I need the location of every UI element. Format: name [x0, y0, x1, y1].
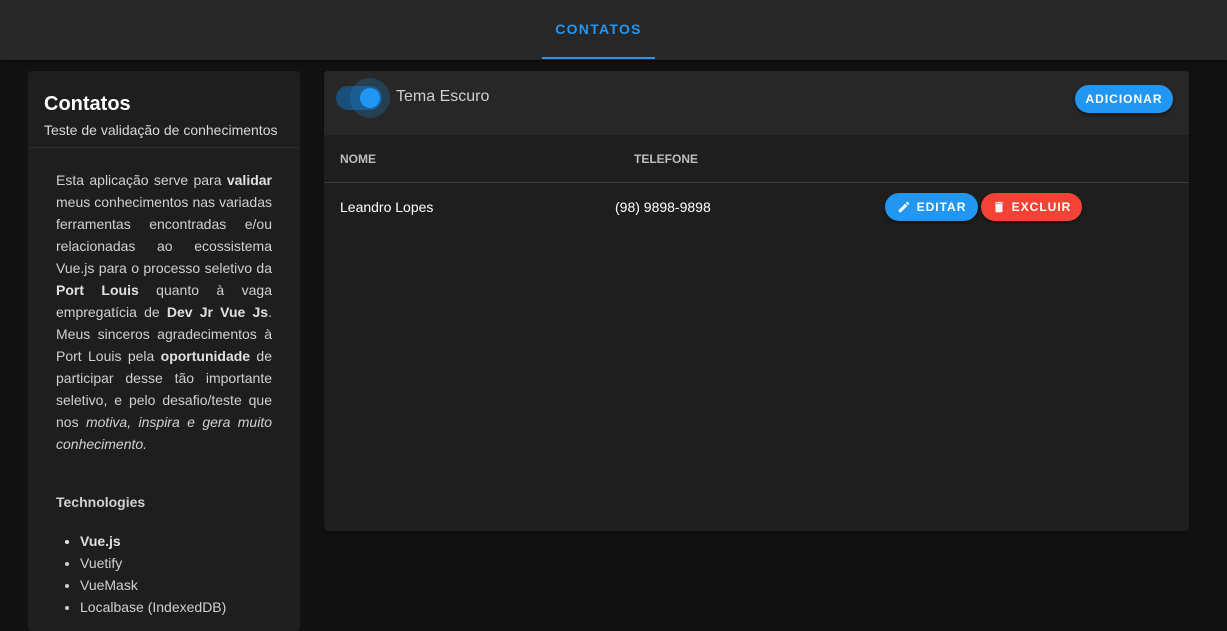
- delete-button-label: EXCLUIR: [1011, 200, 1072, 214]
- contacts-card: Tema Escuro ADICIONAR NOME TELEFONE Lean…: [324, 71, 1189, 531]
- list-item: Vue.js: [80, 530, 226, 552]
- edit-button-label: EDITAR: [916, 200, 967, 214]
- contact-phone: (98) 9898-9898: [615, 199, 711, 215]
- divider: [28, 147, 300, 148]
- technologies-list: Vue.js Vuetify VueMask Localbase (Indexe…: [80, 530, 226, 618]
- column-header-phone: TELEFONE: [634, 152, 699, 166]
- app-bar: CONTATOS: [0, 0, 1227, 60]
- sidebar-card: Contatos Teste de validação de conhecime…: [28, 71, 300, 631]
- edit-button[interactable]: EDITAR: [885, 193, 978, 221]
- switch-thumb[interactable]: [360, 88, 380, 108]
- list-item: Vuetify: [80, 552, 226, 574]
- technologies-heading: Technologies: [56, 494, 146, 510]
- column-header-name: NOME: [340, 152, 376, 166]
- add-contact-button[interactable]: ADICIONAR: [1075, 85, 1173, 113]
- dark-theme-label[interactable]: Tema Escuro: [396, 88, 489, 106]
- header-divider: [324, 182, 1189, 183]
- list-item: VueMask: [80, 574, 226, 596]
- pencil-icon: [897, 200, 911, 214]
- sidebar-subtitle: Teste de validação de conhecimentos: [44, 122, 278, 138]
- dark-theme-switch[interactable]: [336, 78, 390, 118]
- tab-contatos[interactable]: CONTATOS: [542, 0, 655, 59]
- delete-button[interactable]: EXCLUIR: [981, 193, 1082, 221]
- contacts-toolbar: Tema Escuro ADICIONAR: [324, 71, 1189, 135]
- sidebar-title: Contatos: [44, 93, 131, 115]
- contact-name: Leandro Lopes: [340, 199, 434, 215]
- description-text: Esta aplicação serve para validar meus c…: [56, 172, 272, 452]
- list-item: Localbase (IndexedDB): [80, 596, 226, 618]
- trash-icon: [992, 200, 1006, 214]
